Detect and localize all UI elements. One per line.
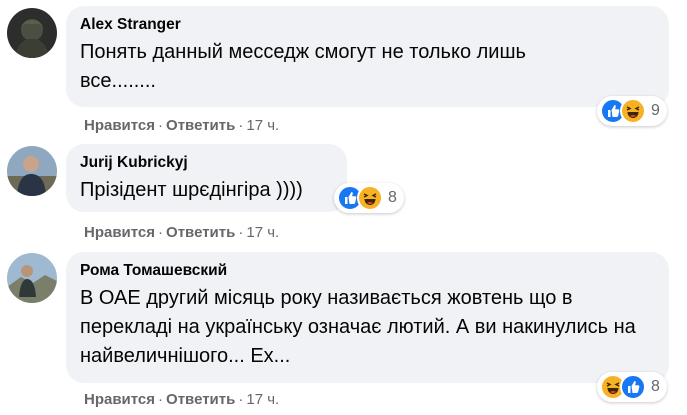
avatar[interactable] — [7, 253, 57, 303]
comment-bubble: Jurij Kubrickyj Прізідент шрєдінгіра )))… — [66, 144, 347, 212]
avatar[interactable] — [7, 8, 57, 58]
comment-author[interactable]: Jurij Kubrickyj — [80, 154, 333, 172]
comment-actions: Нравится · Ответить · 17 ч. — [84, 391, 279, 409]
comment-time[interactable]: 17 ч. — [246, 224, 279, 241]
reactions-summary[interactable]: 9 — [597, 96, 667, 126]
avatar[interactable] — [7, 146, 57, 196]
separator: · — [238, 391, 244, 408]
like-link[interactable]: Нравится — [84, 391, 155, 408]
haha-icon — [620, 98, 646, 124]
comment-time[interactable]: 17 ч. — [246, 117, 279, 134]
reply-link[interactable]: Ответить — [166, 224, 235, 241]
separator: · — [238, 117, 244, 134]
separator: · — [238, 224, 244, 241]
comment-text: Прізідент шрєдінгіра )))) — [80, 179, 303, 201]
comment-text: В ОАЕ другий місяць року називається жов… — [80, 287, 636, 367]
separator: · — [158, 391, 164, 408]
reply-link[interactable]: Ответить — [166, 391, 235, 408]
reactions-summary[interactable]: 8 — [597, 372, 667, 402]
reply-link[interactable]: Ответить — [166, 117, 235, 134]
comment-bubble: Рома Томашевский В ОАЕ другий місяць рок… — [66, 252, 669, 383]
like-link[interactable]: Нравится — [84, 117, 155, 134]
reactions-summary[interactable]: 8 — [334, 183, 404, 213]
like-link[interactable]: Нравится — [84, 224, 155, 241]
haha-icon — [357, 185, 383, 211]
comment-text: Понять данный месседж смогут не только л… — [80, 41, 526, 92]
reaction-count: 8 — [651, 378, 660, 395]
separator: · — [158, 117, 164, 134]
comment-actions: Нравится · Ответить · 17 ч. — [84, 224, 279, 242]
comment-bubble: Alex Stranger Понять данный месседж смог… — [66, 6, 669, 107]
separator: · — [158, 224, 164, 241]
reaction-count: 9 — [651, 102, 660, 119]
comment-time[interactable]: 17 ч. — [246, 391, 279, 408]
comment-actions: Нравится · Ответить · 17 ч. — [84, 117, 279, 135]
like-icon — [620, 374, 646, 400]
comment-author[interactable]: Alex Stranger — [80, 16, 655, 34]
reaction-count: 8 — [388, 189, 397, 206]
comment-author[interactable]: Рома Томашевский — [80, 262, 655, 280]
